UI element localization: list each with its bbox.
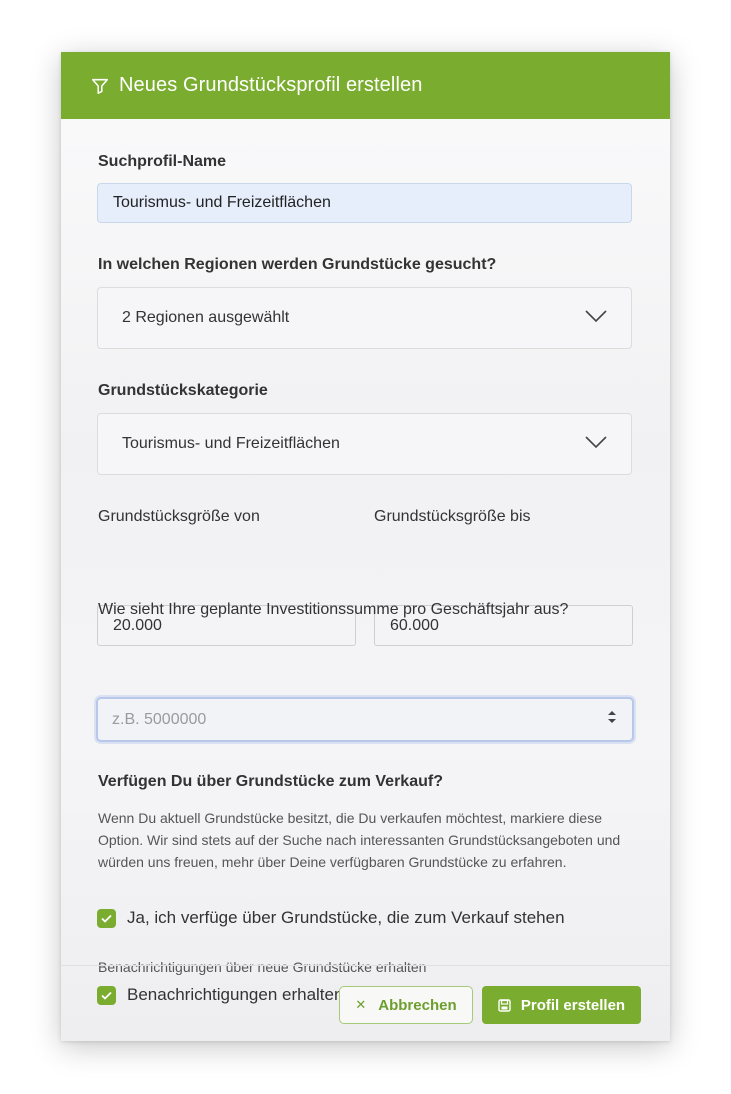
category-select[interactable]: Tourismus- und Freizeitflächen — [97, 413, 632, 475]
size-to-label: Grundstücksgröße bis — [374, 508, 531, 525]
investment-label: Wie sieht Ihre geplante Investitionssumm… — [98, 601, 569, 618]
category-label: Grundstückskategorie — [98, 382, 268, 399]
sell-checkbox[interactable] — [97, 908, 116, 928]
size-from-label: Grundstücksgröße von — [98, 508, 260, 525]
chevron-down-icon — [585, 435, 607, 454]
chevron-down-icon — [585, 309, 607, 328]
cancel-button-label: Abbrechen — [378, 996, 457, 1014]
sell-heading: Verfügen Du über Grundstücke zum Verkauf… — [98, 773, 443, 790]
profile-name-label: Suchprofil-Name — [98, 153, 227, 170]
number-spinner-icon[interactable] — [606, 707, 618, 732]
cancel-button[interactable]: ✕ Abbrechen — [339, 986, 473, 1024]
create-profile-button-label: Profil erstellen — [520, 996, 626, 1014]
profile-name-input[interactable]: Tourismus- und Freizeitflächen — [97, 183, 632, 223]
modal-footer: ✕ Abbrechen Profil erstellen — [61, 965, 670, 1041]
sell-checkbox-row[interactable]: Ja, ich verfüge über Grundstücke, die zu… — [97, 908, 565, 928]
category-selected-value: Tourismus- und Freizeitflächen — [122, 435, 340, 452]
create-profile-modal: Neues Grundstücksprofil erstellen Suchpr… — [61, 52, 670, 1041]
save-icon — [498, 998, 511, 1012]
sell-description: Wenn Du aktuell Grundstücke besitzt, die… — [98, 810, 621, 870]
close-icon: ✕ — [355, 997, 367, 1012]
modal-header: Neues Grundstücksprofil erstellen — [61, 52, 670, 119]
regions-label: In welchen Regionen werden Grundstücke g… — [98, 256, 497, 273]
create-profile-button[interactable]: Profil erstellen — [482, 986, 641, 1024]
modal-title: Neues Grundstücksprofil erstellen — [119, 74, 423, 96]
investment-placeholder: z.B. 5000000 — [112, 710, 207, 728]
sell-checkbox-label: Ja, ich verfüge über Grundstücke, die zu… — [127, 908, 565, 927]
filter-icon — [91, 77, 109, 95]
regions-selected-value: 2 Regionen ausgewählt — [122, 309, 290, 326]
investment-input[interactable]: z.B. 5000000 — [96, 697, 634, 742]
regions-select[interactable]: 2 Regionen ausgewählt — [97, 287, 632, 349]
